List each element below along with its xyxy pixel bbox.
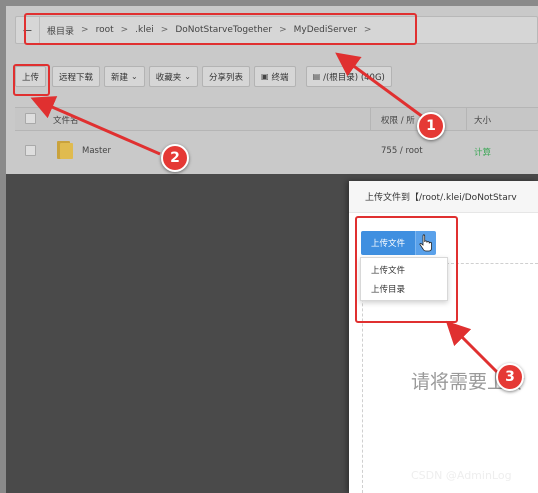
watermark: CSDN @AdminLog [411,469,512,482]
annotation-badge-1: 1 [417,112,445,140]
arrow-1 [335,52,424,119]
annotation-badge-3: 3 [496,363,524,391]
arrow-2 [30,96,161,156]
annotation-arrows [30,52,499,374]
arrow-3 [445,320,499,374]
annotation-badge-2: 2 [161,144,189,172]
